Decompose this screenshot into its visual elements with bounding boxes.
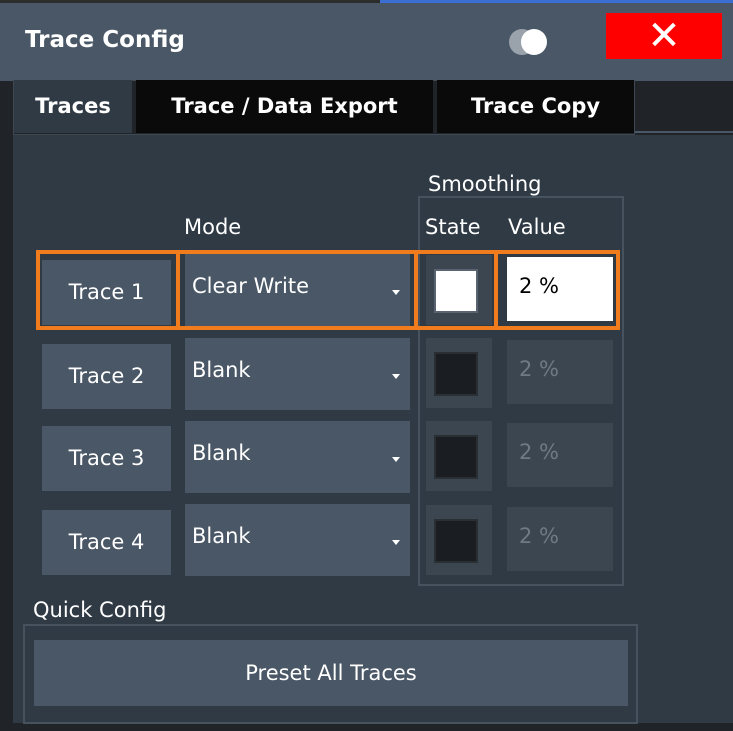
transparency-toggle-icon[interactable]	[509, 29, 549, 55]
preset-all-traces-button[interactable]: Preset All Traces	[34, 640, 628, 706]
tab-trace-data-export[interactable]: Trace / Data Export	[136, 80, 433, 133]
chevron-down-icon	[392, 374, 400, 379]
smoothing-label: Smoothing	[428, 172, 542, 196]
trace-4-smoothing-checkbox[interactable]	[434, 519, 478, 563]
dialog-title: Trace Config	[25, 27, 185, 53]
trace-3-button[interactable]: Trace 3	[42, 426, 171, 491]
trace-2-smoothing-checkbox[interactable]	[434, 352, 478, 396]
trace-3-value-text: 2 %	[519, 440, 559, 464]
value-header: Value	[508, 215, 566, 239]
mode-header: Mode	[184, 215, 242, 239]
trace-3-smoothing-checkbox[interactable]	[434, 435, 478, 479]
selected-row-divider	[414, 250, 418, 330]
tab-trace-copy[interactable]: Trace Copy	[437, 80, 634, 133]
selected-row-divider	[176, 250, 180, 330]
trace-3-smoothing-value[interactable]: 2 %	[507, 423, 613, 487]
title-bar[interactable]: Trace Config ✕	[0, 3, 733, 81]
trace-4-mode-value: Blank	[192, 524, 251, 548]
tab-divider	[635, 131, 733, 133]
trace-2-smoothing-value[interactable]: 2 %	[507, 340, 613, 404]
trace-4-smoothing-value[interactable]: 2 %	[507, 507, 613, 571]
trace-2-mode-select[interactable]: Blank	[185, 338, 410, 410]
trace-3-mode-value: Blank	[192, 441, 251, 465]
chevron-down-icon	[392, 540, 400, 545]
trace-4-smoothing-state[interactable]	[426, 505, 492, 575]
tab-traces[interactable]: Traces	[14, 80, 132, 133]
selected-row-highlight	[36, 250, 620, 330]
trace-2-button[interactable]: Trace 2	[42, 344, 171, 409]
close-button[interactable]: ✕	[606, 13, 722, 59]
trace-3-smoothing-state[interactable]	[426, 421, 492, 491]
trace-2-value-text: 2 %	[519, 357, 559, 381]
trace-4-button[interactable]: Trace 4	[42, 510, 171, 575]
trace-3-mode-select[interactable]: Blank	[185, 421, 410, 493]
trace-4-value-text: 2 %	[519, 524, 559, 548]
trace-2-smoothing-state[interactable]	[426, 338, 492, 408]
selected-row-divider	[494, 250, 498, 330]
chevron-down-icon	[392, 457, 400, 462]
quick-config-label: Quick Config	[33, 598, 167, 622]
trace-2-mode-value: Blank	[192, 358, 251, 382]
trace-4-mode-select[interactable]: Blank	[185, 504, 410, 576]
state-header: State	[425, 215, 481, 239]
